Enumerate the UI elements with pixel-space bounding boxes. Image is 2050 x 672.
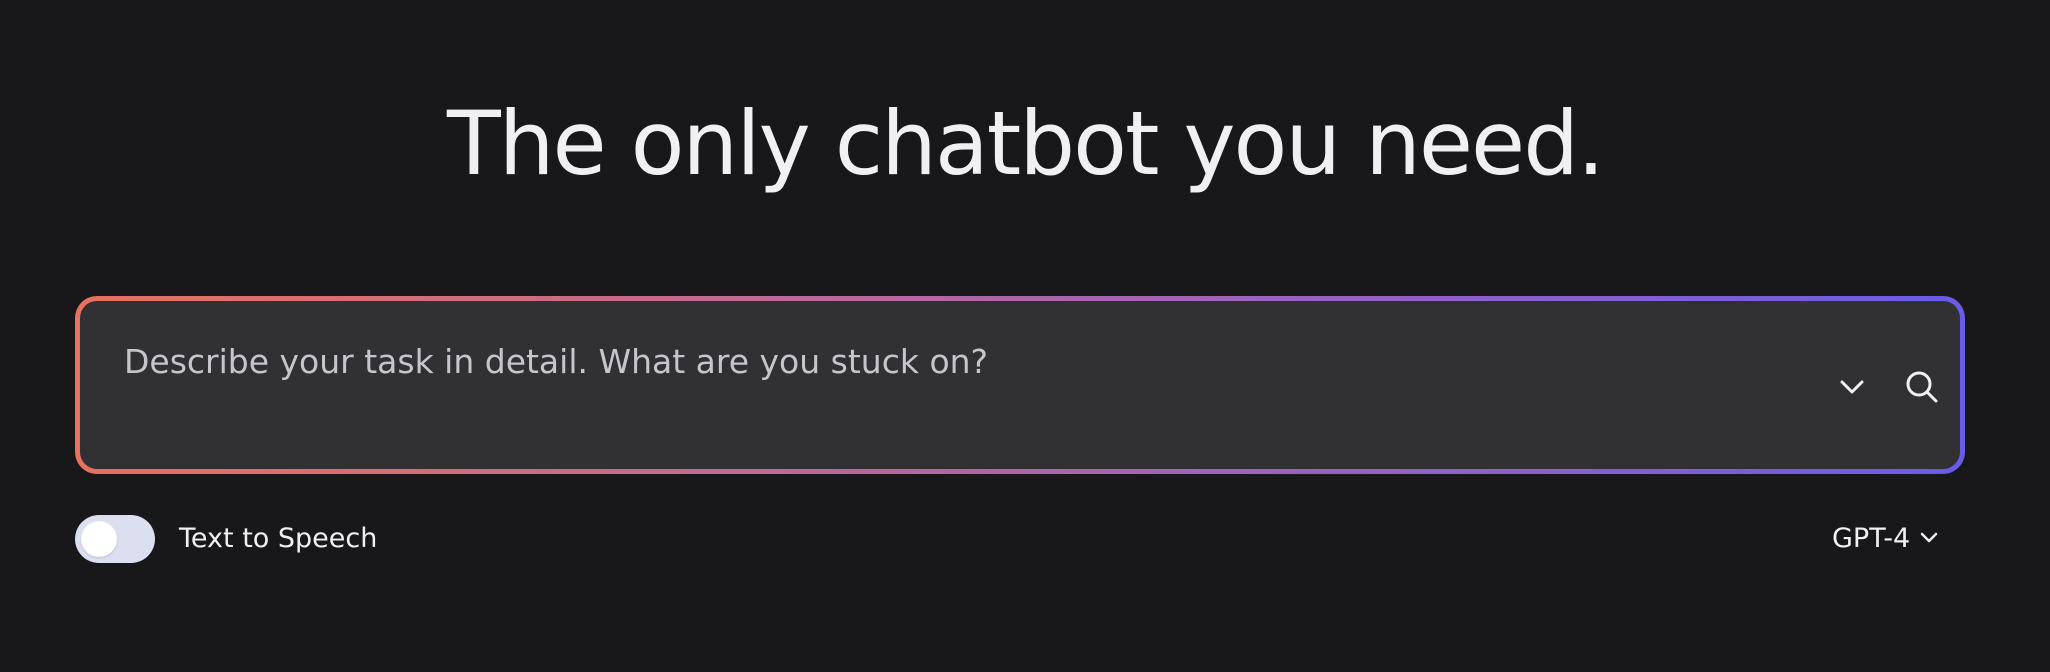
toggle-knob xyxy=(81,521,117,557)
text-to-speech-label: Text to Speech xyxy=(179,523,378,554)
search-icon xyxy=(1906,371,1938,403)
chevron-down-icon xyxy=(1840,380,1864,394)
search-button[interactable] xyxy=(1898,363,1946,411)
prompt-box-inner xyxy=(80,301,1960,469)
expand-options-button[interactable] xyxy=(1830,365,1874,409)
chevron-down-icon xyxy=(1920,532,1938,543)
text-to-speech-toggle[interactable] xyxy=(75,515,155,563)
page-title: The only chatbot you need. xyxy=(446,92,1605,195)
model-label: GPT-4 xyxy=(1832,522,1911,554)
model-selector[interactable]: GPT-4 xyxy=(1832,518,1938,558)
task-input[interactable] xyxy=(124,331,1804,391)
prompt-box xyxy=(75,296,1965,474)
